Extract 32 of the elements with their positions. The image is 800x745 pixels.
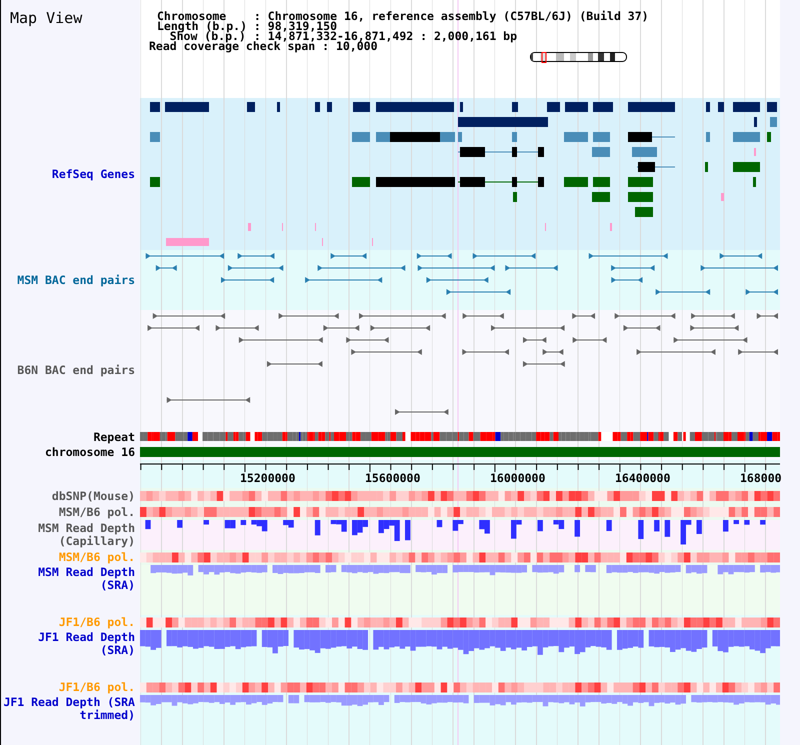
info-label: Show (b.p.)	[170, 31, 246, 41]
info-label: Chromosome	[157, 11, 226, 21]
info-value: Chromosome 16, reference assembly (C57BL/6J) (Build 37)	[268, 11, 649, 21]
axis-label: 16400000	[615, 471, 670, 485]
info-separator: :	[254, 31, 261, 41]
axis-label: 15600000	[365, 471, 420, 485]
track-label: MSM/B6 pol.	[58, 506, 135, 518]
page-title: Map View	[10, 9, 82, 27]
track-label: Repeat	[93, 431, 135, 444]
axis-label: 16000000	[490, 471, 546, 485]
info-separator: :	[322, 41, 330, 51]
track-label: JF1 Read Depth (SRA trimmed)	[2, 696, 135, 722]
axis-label: 168000	[740, 471, 782, 485]
info-value: 14,871,332-16,871,492 : 2,000,161 bp	[268, 31, 518, 41]
track-label: JF1/B6 pol.	[58, 681, 135, 694]
track-label: dbSNP(Mouse)	[52, 490, 135, 502]
info-value: 98,319,150	[268, 21, 338, 31]
info-value: 10,000	[336, 41, 378, 51]
track-label: MSM BAC end pairs	[17, 274, 135, 286]
info-separator: :	[254, 11, 261, 21]
track-label: JF1/B6 pol.	[58, 616, 135, 629]
info-label: Length (b.p.)	[157, 21, 247, 31]
axis-label: 15200000	[240, 471, 296, 485]
track-label: B6N BAC end pairs	[17, 364, 135, 376]
track-label: MSM Read Depth (Capillary)	[37, 522, 135, 548]
info-separator: :	[254, 21, 261, 31]
track-label: chromosome 16	[44, 446, 135, 459]
track-label: JF1 Read Depth (SRA)	[37, 631, 135, 657]
track-label: RefSeq Genes	[52, 168, 135, 180]
track-label: MSM Read Depth (SRA)	[37, 566, 135, 592]
track-label: MSM/B6 pol.	[58, 551, 135, 564]
info-label: Read coverage check span	[149, 41, 316, 51]
